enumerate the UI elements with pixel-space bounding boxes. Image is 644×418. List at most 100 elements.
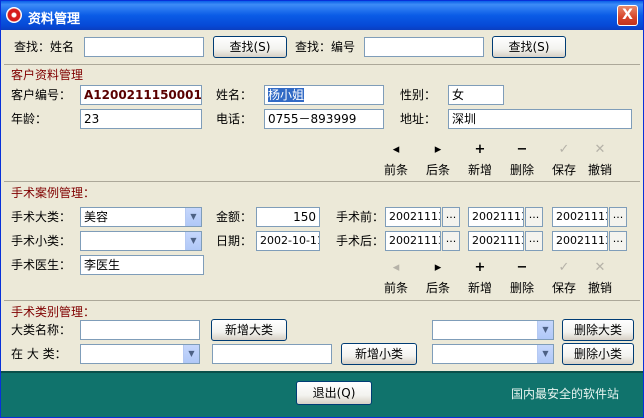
- category-section-title: 手术类别管理：: [11, 305, 96, 319]
- exit-button[interactable]: 退出(Q): [296, 381, 372, 405]
- after-date-1[interactable]: 20021113: [385, 231, 441, 251]
- left-arrow-icon: ◂: [392, 142, 400, 157]
- close-button[interactable]: X: [617, 5, 638, 26]
- customer-phone-label: 电话：: [216, 112, 253, 126]
- surgery-minor-select[interactable]: ▼: [80, 231, 202, 251]
- surgery-amount-field[interactable]: 150: [256, 207, 320, 227]
- save-label: 保存: [551, 163, 576, 177]
- title-bar: 资料管理 X: [1, 1, 643, 30]
- prev-label: 前条: [383, 281, 408, 295]
- add-label: 新增: [467, 281, 492, 295]
- add-label: 新增: [467, 163, 492, 177]
- main-window: 资料管理 X 查找：姓名 查找(S) 查找：编号 查找(S) 客户资料管理 客户…: [0, 0, 644, 418]
- surgery-prev-button[interactable]: ◂ 前条: [381, 260, 411, 297]
- surgery-after-label: 手术后：: [336, 234, 385, 248]
- minor-delete-select[interactable]: ▼: [432, 344, 554, 364]
- customer-cancel-button[interactable]: ✕ 撤销: [585, 142, 615, 179]
- check-icon: ✓: [558, 260, 570, 275]
- surgery-save-button[interactable]: ✓ 保存: [549, 260, 579, 297]
- chevron-down-icon[interactable]: ▼: [185, 232, 201, 250]
- surgery-cancel-button[interactable]: ✕ 撤销: [585, 260, 615, 297]
- chevron-down-icon[interactable]: ▼: [537, 321, 553, 339]
- before-date-1[interactable]: 20021113: [385, 207, 441, 227]
- save-label: 保存: [551, 281, 576, 295]
- x-icon: ✕: [594, 142, 606, 157]
- delete-major-button[interactable]: 删除大类: [562, 319, 634, 341]
- in-major-select[interactable]: ▼: [80, 344, 200, 364]
- surgery-before-label: 手术前：: [336, 210, 385, 224]
- customer-name-label: 姓名：: [216, 88, 253, 102]
- delete-label: 删除: [509, 163, 534, 177]
- customer-section-title: 客户资料管理: [11, 68, 84, 82]
- chevron-down-icon[interactable]: ▼: [183, 345, 199, 363]
- surgery-major-select[interactable]: 美容 ▼: [80, 207, 202, 227]
- customer-gender-label: 性别：: [400, 88, 437, 102]
- after-browse-3[interactable]: ...: [609, 231, 627, 251]
- customer-name-value: 杨小姐: [268, 88, 305, 102]
- right-arrow-icon: ▸: [434, 142, 442, 157]
- customer-id-field[interactable]: A1200211150001: [80, 85, 202, 105]
- next-label: 后条: [425, 281, 450, 295]
- customer-save-button[interactable]: ✓ 保存: [549, 142, 579, 179]
- check-icon: ✓: [558, 142, 570, 157]
- chevron-down-icon[interactable]: ▼: [537, 345, 553, 363]
- right-arrow-icon: ▸: [434, 260, 442, 275]
- customer-add-button[interactable]: + 新增: [465, 142, 495, 179]
- cancel-label: 撤销: [587, 281, 612, 295]
- surgery-date-label: 日期：: [216, 234, 253, 248]
- surgery-minor-label: 手术小类：: [11, 234, 72, 248]
- surgery-divider: [4, 181, 640, 182]
- before-browse-3[interactable]: ...: [609, 207, 627, 227]
- before-date-3[interactable]: 20021113: [552, 207, 608, 227]
- surgery-major-value: 美容: [84, 210, 109, 224]
- surgery-delete-button[interactable]: − 删除: [507, 260, 537, 297]
- surgery-major-label: 手术大类：: [11, 210, 72, 224]
- surgery-date-field[interactable]: 2002-10-11: [256, 231, 320, 251]
- major-delete-select[interactable]: ▼: [432, 320, 554, 340]
- search-id-label: 查找：编号: [295, 40, 356, 54]
- after-date-2[interactable]: 20021113: [468, 231, 524, 251]
- customer-age-label: 年龄：: [11, 112, 48, 126]
- minus-icon: −: [516, 142, 528, 157]
- search-name-input[interactable]: [84, 37, 204, 57]
- before-browse-1[interactable]: ...: [442, 207, 460, 227]
- customer-delete-button[interactable]: − 删除: [507, 142, 537, 179]
- customer-phone-field[interactable]: 0755－893999: [264, 109, 384, 129]
- chevron-down-icon[interactable]: ▼: [185, 208, 201, 226]
- after-date-3[interactable]: 20021113: [552, 231, 608, 251]
- surgery-add-button[interactable]: + 新增: [465, 260, 495, 297]
- surgery-doctor-field[interactable]: 李医生: [80, 255, 204, 275]
- surgery-amount-label: 金额：: [216, 210, 253, 224]
- customer-address-field[interactable]: 深圳: [448, 109, 632, 129]
- minor-name-input[interactable]: [212, 344, 332, 364]
- after-browse-1[interactable]: ...: [442, 231, 460, 251]
- customer-name-field[interactable]: 杨小姐: [264, 85, 384, 105]
- major-name-input[interactable]: [80, 320, 200, 340]
- search-id-input[interactable]: [364, 37, 484, 57]
- surgery-doctor-label: 手术医生：: [11, 258, 72, 272]
- before-browse-2[interactable]: ...: [525, 207, 543, 227]
- window-title: 资料管理: [28, 12, 81, 27]
- plus-icon: +: [474, 260, 486, 275]
- before-date-2[interactable]: 20021113: [468, 207, 524, 227]
- search-name-button[interactable]: 查找(S): [213, 36, 287, 58]
- customer-id-label: 客户编号：: [11, 88, 72, 102]
- delete-minor-button[interactable]: 删除小类: [562, 343, 634, 365]
- surgery-next-button[interactable]: ▸ 后条: [423, 260, 453, 297]
- customer-age-field[interactable]: 23: [80, 109, 202, 129]
- delete-label: 删除: [509, 281, 534, 295]
- after-browse-2[interactable]: ...: [525, 231, 543, 251]
- minus-icon: −: [516, 260, 528, 275]
- x-icon: ✕: [594, 260, 606, 275]
- customer-next-button[interactable]: ▸ 后条: [423, 142, 453, 179]
- cancel-label: 撤销: [587, 163, 612, 177]
- add-minor-button[interactable]: 新增小类: [341, 343, 417, 365]
- add-major-button[interactable]: 新增大类: [211, 319, 287, 341]
- customer-gender-field[interactable]: 女: [448, 85, 504, 105]
- customer-divider: [4, 64, 640, 65]
- customer-address-label: 地址：: [400, 112, 437, 126]
- customer-prev-button[interactable]: ◂ 前条: [381, 142, 411, 179]
- app-icon: [6, 7, 22, 23]
- search-id-button[interactable]: 查找(S): [492, 36, 566, 58]
- surgery-section-title: 手术案例管理：: [11, 186, 96, 200]
